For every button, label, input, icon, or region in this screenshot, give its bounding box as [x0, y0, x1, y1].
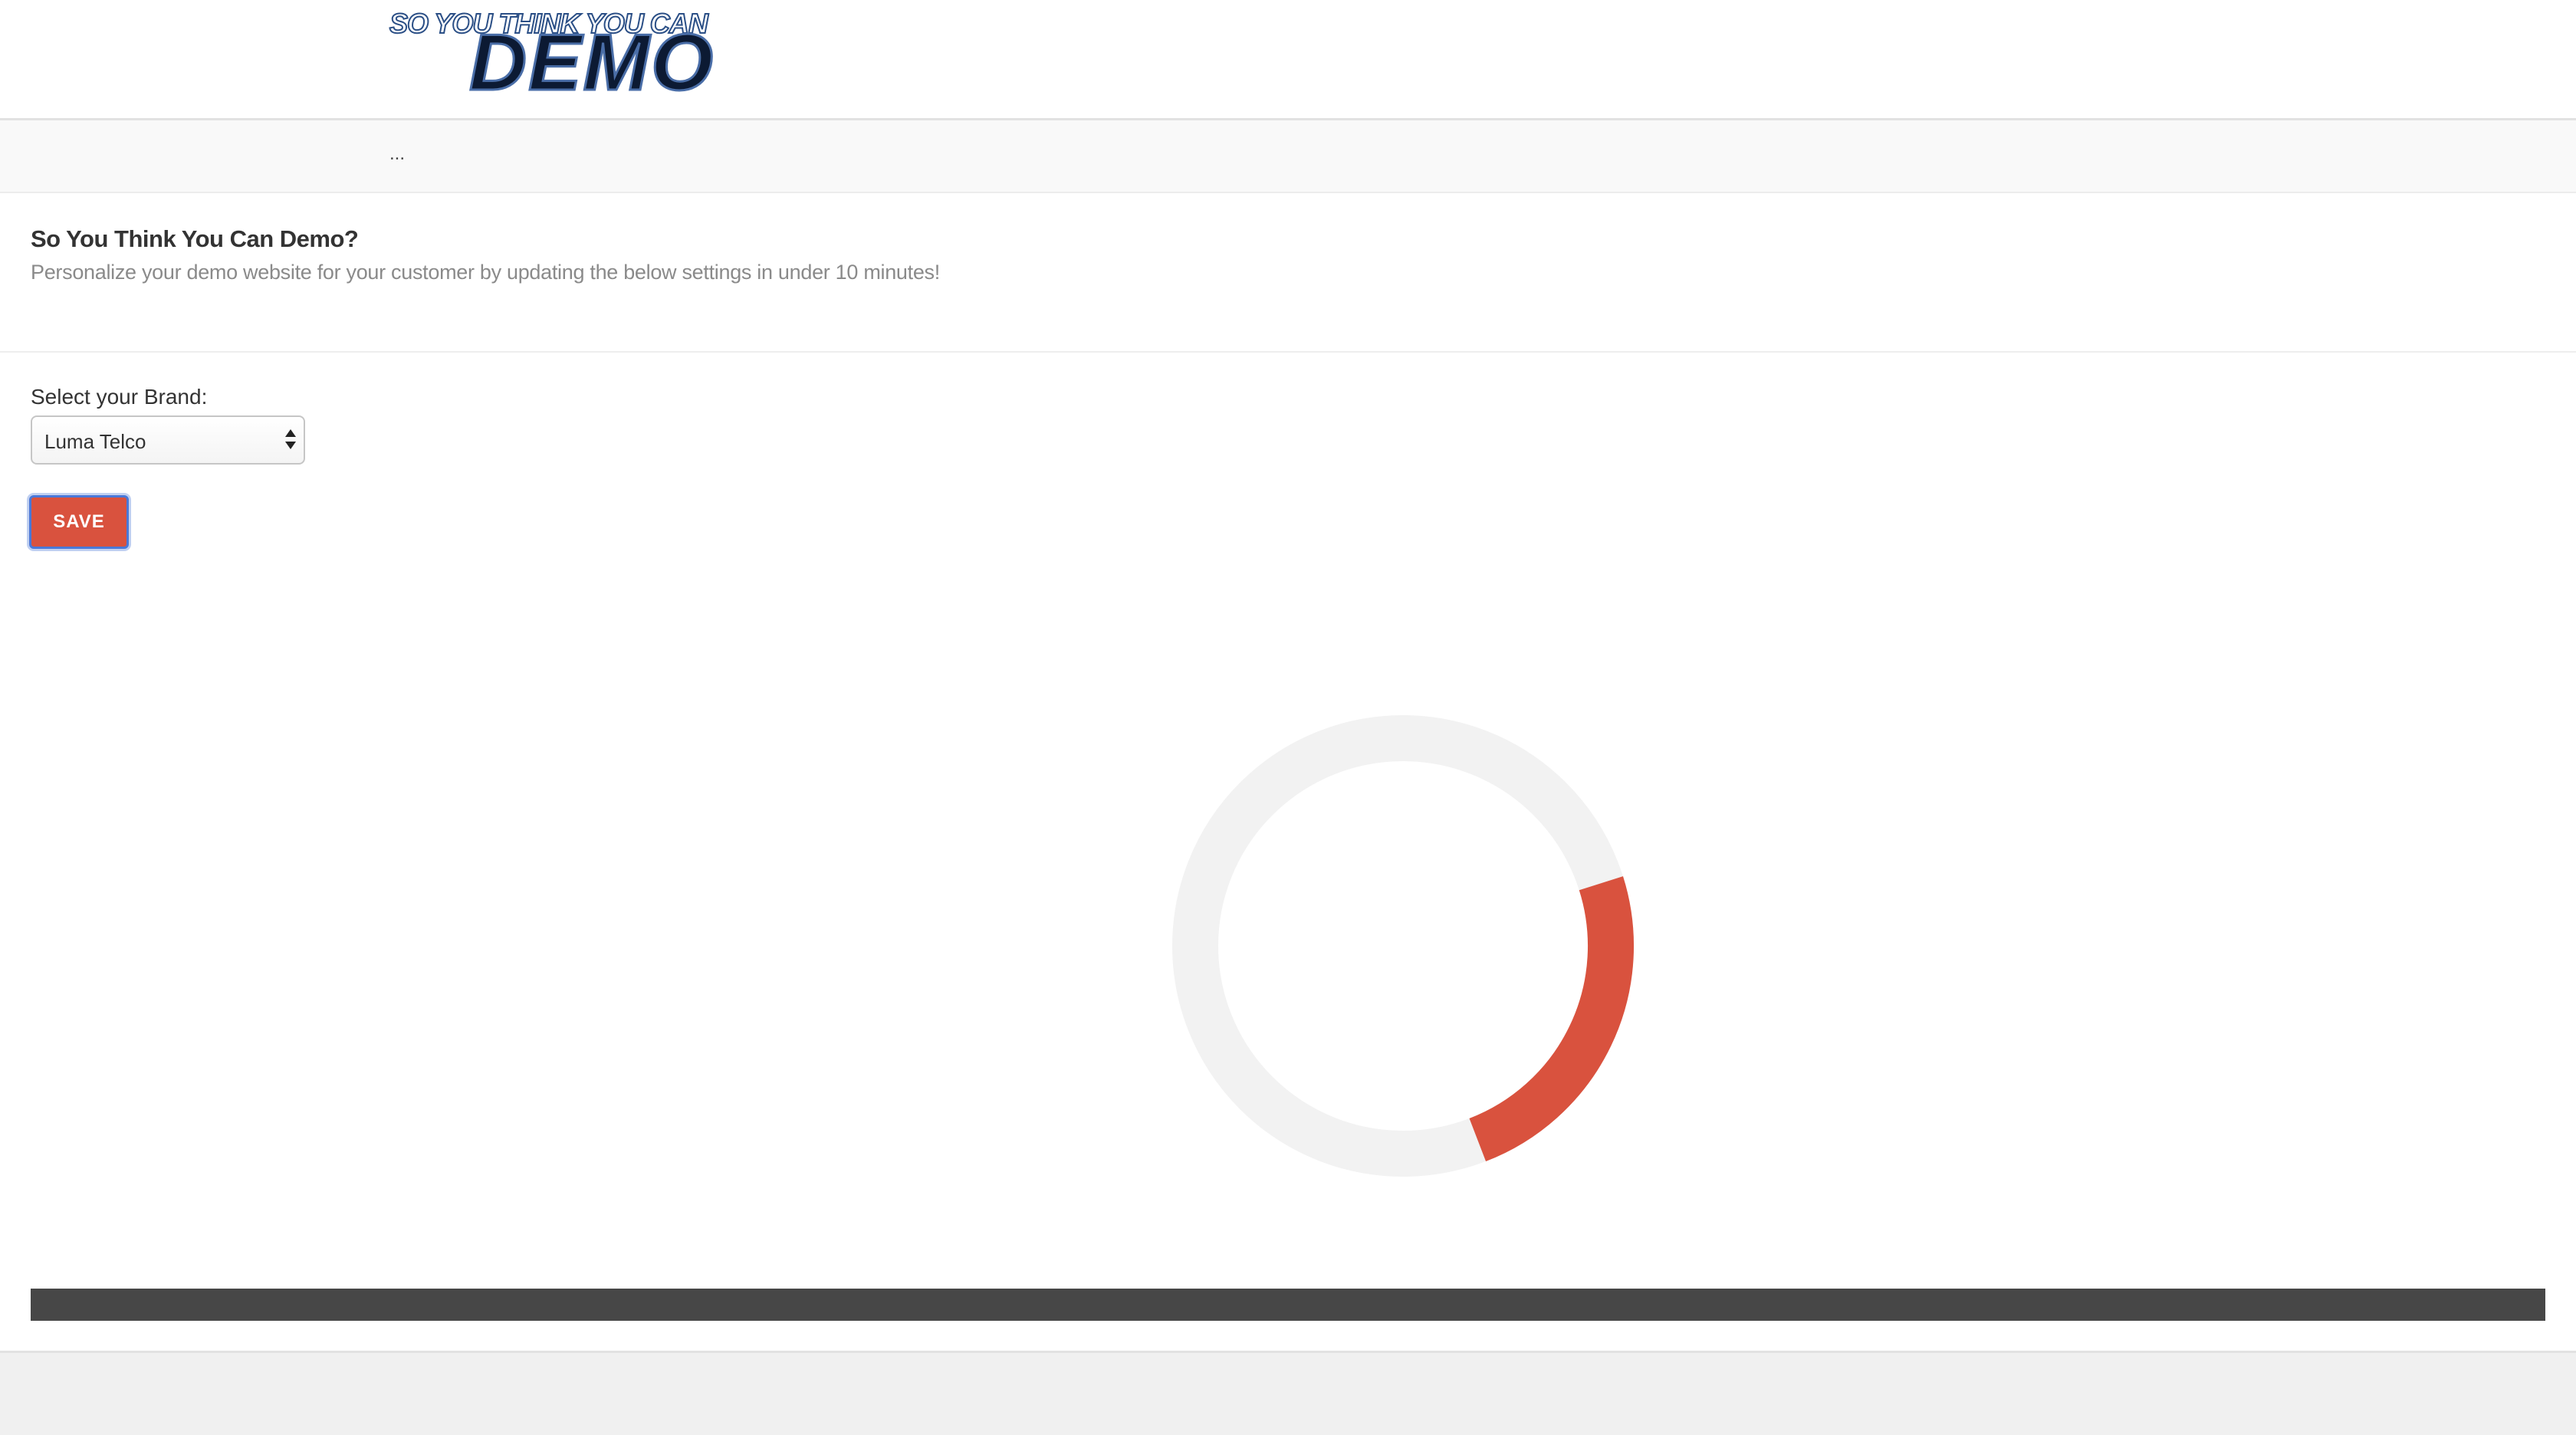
loading-spinner-icon	[1172, 715, 1635, 1177]
brand-select-label: Select your Brand:	[31, 385, 208, 409]
logo-wordmark: DEMO	[468, 18, 715, 107]
progress-bar	[31, 1289, 2545, 1321]
save-button[interactable]: SAVE	[29, 495, 129, 549]
chevron-up-down-icon	[285, 428, 296, 452]
site-logo[interactable]: SO YOU THINK YOU CAN DEMO	[389, 6, 727, 106]
brand-select-value: Luma Telco	[44, 430, 146, 453]
breadcrumb-bar: ...	[0, 120, 2576, 193]
intro-section: So You Think You Can Demo? Personalize y…	[0, 193, 2576, 353]
spinner-arc	[1469, 876, 1635, 1161]
site-header: SO YOU THINK YOU CAN DEMO	[0, 0, 2576, 120]
page-title: So You Think You Can Demo?	[31, 225, 359, 252]
page: SO YOU THINK YOU CAN DEMO ... So You Thi…	[0, 0, 2576, 1435]
page-subtitle: Personalize your demo website for your c…	[31, 261, 940, 284]
breadcrumb[interactable]: ...	[389, 143, 405, 165]
brand-select[interactable]: Luma Telco	[31, 415, 305, 465]
main-content: So You Think You Can Demo? Personalize y…	[0, 193, 2576, 1353]
